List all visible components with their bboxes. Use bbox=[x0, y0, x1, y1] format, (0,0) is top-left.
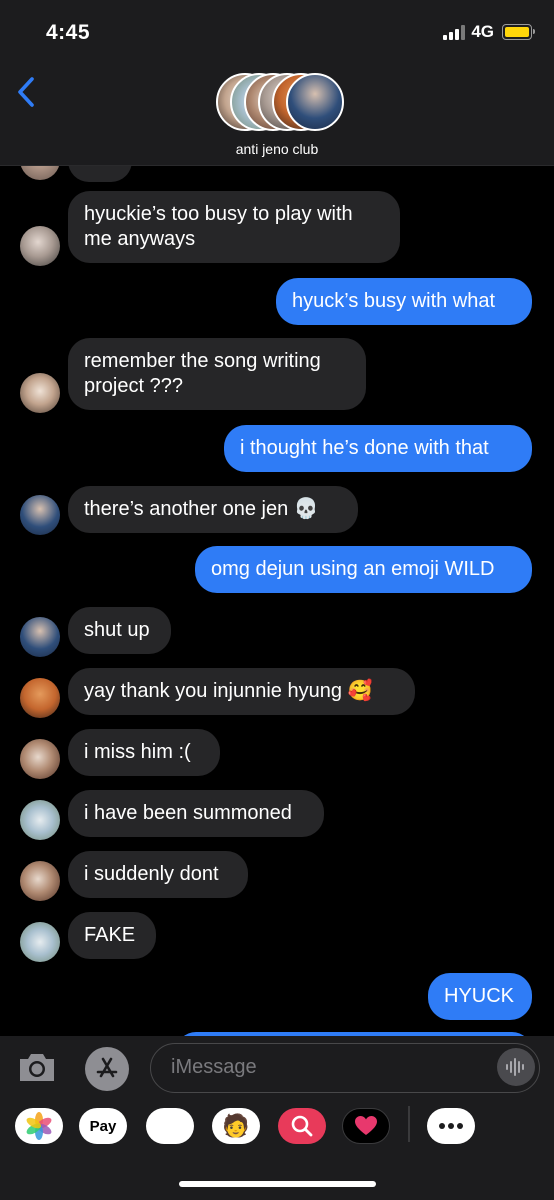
audio-waveform-icon[interactable] bbox=[497, 1048, 535, 1086]
conversation-header: 4:45 4G anti jeno club bbox=[0, 0, 554, 166]
incoming-message-bubble[interactable]: hyuckie’s too busy to play with me anywa… bbox=[68, 191, 400, 263]
conversation: hyuckie’s too busy to play with me anywa… bbox=[0, 0, 554, 1200]
sender-avatar[interactable] bbox=[20, 861, 60, 901]
heart-sticker-icon[interactable] bbox=[342, 1108, 390, 1144]
sender-avatar[interactable] bbox=[20, 373, 60, 413]
status-time: 4:45 bbox=[46, 21, 91, 44]
status-indicators: 4G bbox=[443, 22, 535, 42]
monkey-emoji-icon[interactable]: 🐵 bbox=[146, 1108, 194, 1144]
home-indicator[interactable] bbox=[179, 1181, 376, 1187]
battery-icon bbox=[502, 24, 535, 40]
incoming-message-bubble[interactable]: yay thank you injunnie hyung 🥰 bbox=[68, 668, 415, 715]
group-avatar-stack[interactable] bbox=[216, 73, 346, 133]
outgoing-message-bubble[interactable]: HYUCK bbox=[428, 973, 532, 1020]
sender-avatar[interactable] bbox=[20, 617, 60, 657]
sender-avatar[interactable] bbox=[20, 495, 60, 535]
incoming-message-bubble[interactable]: FAKE bbox=[68, 912, 156, 959]
outgoing-message-bubble[interactable]: hyuck’s busy with what bbox=[276, 278, 532, 325]
apple-pay-icon[interactable]: Pay bbox=[79, 1108, 127, 1144]
camera-icon[interactable] bbox=[16, 1046, 58, 1088]
member-avatar bbox=[286, 73, 344, 131]
incoming-message-bubble[interactable]: shut up bbox=[68, 607, 171, 654]
cellular-signal-icon bbox=[443, 24, 466, 40]
battery-level bbox=[505, 27, 529, 37]
sender-avatar[interactable] bbox=[20, 800, 60, 840]
incoming-message-bubble[interactable]: i suddenly dont bbox=[68, 851, 248, 898]
incoming-message-bubble[interactable]: i have been summoned bbox=[68, 790, 324, 837]
sender-avatar[interactable] bbox=[20, 678, 60, 718]
back-chevron-icon[interactable] bbox=[14, 74, 40, 110]
app-drawer-divider bbox=[408, 1106, 410, 1142]
app-drawer: Pay 🐵 🧑 bbox=[0, 1104, 554, 1154]
incoming-message-bubble[interactable]: there’s another one jen 💀 bbox=[68, 486, 358, 533]
incoming-message-bubble[interactable]: remember the song writing project ??? bbox=[68, 338, 366, 410]
memoji-icon[interactable]: 🧑 bbox=[212, 1108, 260, 1144]
search-images-icon[interactable] bbox=[278, 1108, 326, 1144]
outgoing-message-bubble[interactable]: i thought he’s done with that bbox=[224, 425, 532, 472]
apple-pay-label: Pay bbox=[89, 1117, 117, 1135]
sender-avatar[interactable] bbox=[20, 739, 60, 779]
outgoing-message-bubble[interactable]: omg dejun using an emoji WILD bbox=[195, 546, 532, 593]
app-store-icon[interactable] bbox=[85, 1047, 129, 1091]
sender-avatar[interactable] bbox=[20, 226, 60, 266]
message-input-bar: Pay 🐵 🧑 bbox=[0, 1036, 554, 1200]
network-type: 4G bbox=[471, 22, 494, 41]
group-name[interactable]: anti jeno club bbox=[0, 141, 554, 157]
imessage-field[interactable] bbox=[150, 1043, 540, 1093]
sender-avatar[interactable] bbox=[20, 922, 60, 962]
photos-app-icon[interactable] bbox=[15, 1108, 63, 1144]
message-input[interactable] bbox=[171, 1056, 491, 1079]
more-apps-icon[interactable] bbox=[427, 1108, 475, 1144]
incoming-message-bubble[interactable]: i miss him :( bbox=[68, 729, 220, 776]
